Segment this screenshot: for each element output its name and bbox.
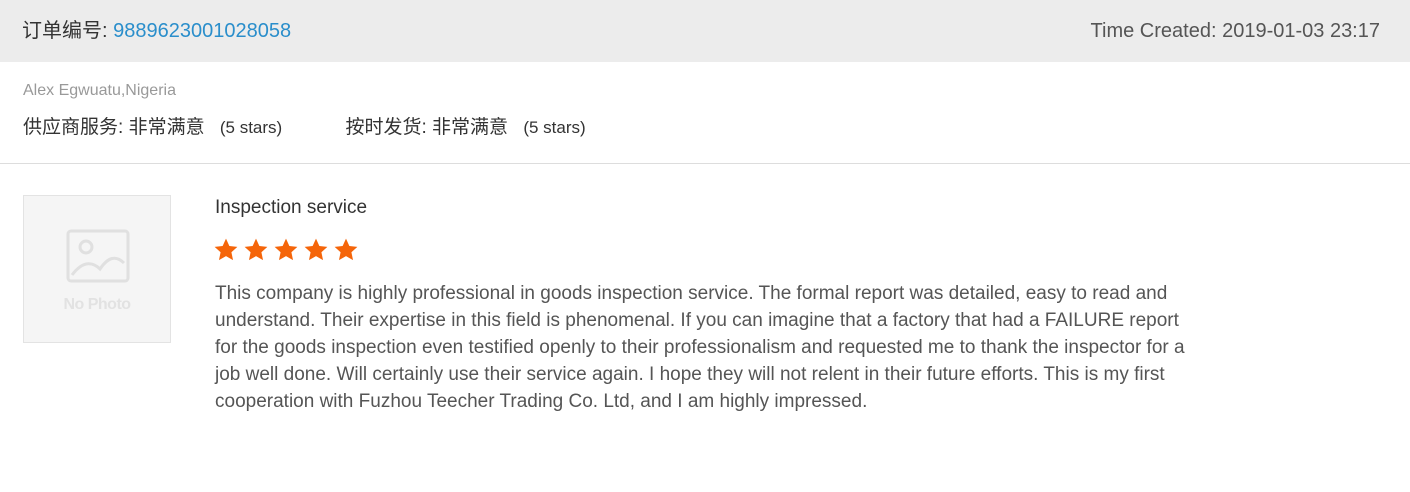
review-star-rating: [213, 237, 363, 267]
review-title: Inspection service: [215, 197, 368, 218]
rating-label: 供应商服务:: [23, 117, 124, 138]
star-icon: [214, 238, 238, 261]
rating-value: 非常满意: [432, 117, 509, 138]
rating-on-time-delivery: 按时发货: 非常满意 (5 stars): [345, 116, 585, 140]
review-page: 订单编号: 9889623001028058 Time Created: 201…: [0, 0, 1410, 492]
review-body: This company is highly professional in g…: [215, 283, 1185, 412]
buyer-name: Alex Egwuatu,Nigeria: [23, 82, 176, 99]
review-photo-placeholder: No Photo: [23, 195, 171, 343]
buyer-section: Alex Egwuatu,Nigeria 供应商服务: 非常满意 (5 star…: [0, 62, 1410, 164]
time-created-label: Time Created:: [1090, 20, 1217, 42]
no-photo-text: No Photo: [63, 296, 131, 313]
time-created: Time Created: 2019-01-03 23:17: [1091, 18, 1380, 44]
rating-value: 非常满意: [128, 117, 205, 138]
order-number-label: 订单编号:: [22, 20, 108, 42]
order-number: 订单编号: 9889623001028058: [22, 18, 291, 44]
time-created-value: 2019-01-03 23:17: [1222, 20, 1380, 42]
rating-summary: 供应商服务: 非常满意 (5 stars) 按时发货: 非常满意 (5 star…: [23, 116, 586, 140]
rating-supplier-service: 供应商服务: 非常满意 (5 stars): [23, 116, 282, 140]
star-icon: [244, 238, 268, 261]
star-icon: [304, 238, 328, 261]
rating-label: 按时发货:: [345, 117, 427, 138]
star-icon: [274, 238, 298, 261]
rating-stars-text: (5 stars): [523, 118, 586, 137]
rating-stars-text: (5 stars): [219, 118, 283, 137]
order-header: 订单编号: 9889623001028058 Time Created: 201…: [0, 0, 1410, 62]
star-icon: [334, 238, 358, 261]
image-placeholder-icon: [66, 229, 130, 283]
order-number-link[interactable]: 9889623001028058: [113, 20, 291, 42]
review-item: No Photo Inspection service This company…: [0, 164, 1410, 492]
